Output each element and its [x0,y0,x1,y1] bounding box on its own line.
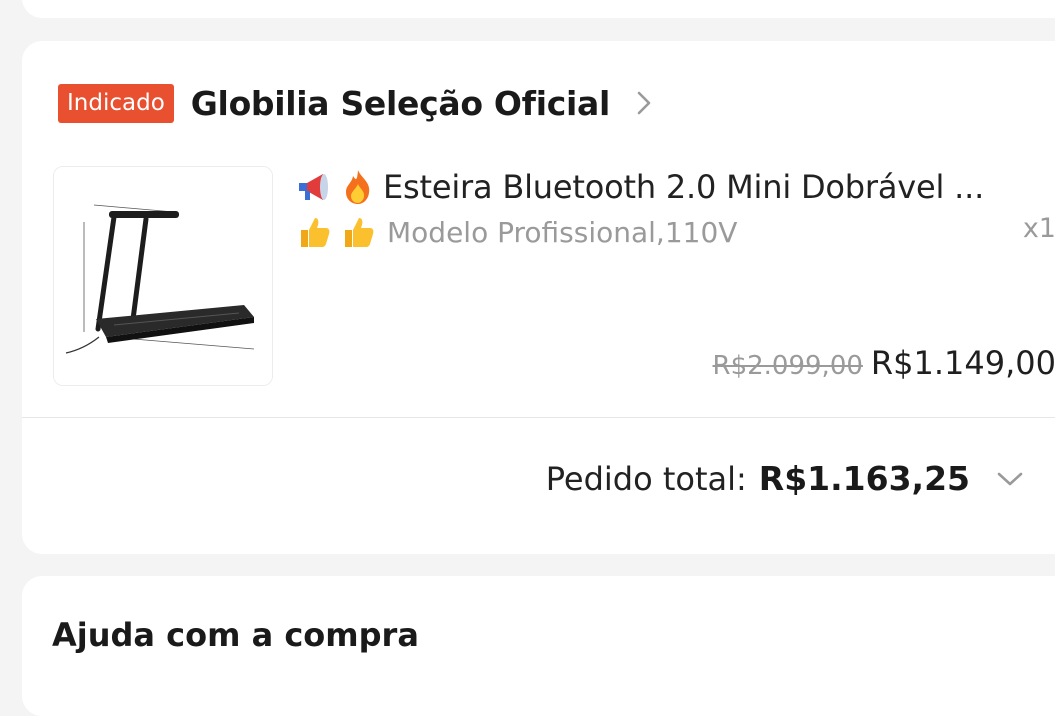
product-variant-line: Modelo Profissional,110V [295,212,1035,252]
thumbs-up-icon [345,218,374,247]
order-total-value: R$1.163,25 [758,459,970,498]
product-title: Esteira Bluetooth 2.0 Mini Dobrável ... [383,168,985,206]
order-total-row[interactable]: Pedido total: R$1.163,25 [546,459,1024,498]
order-total-label: Pedido total: [545,459,747,498]
price-row: R$2.099,00 R$1.149,00 [713,344,1055,382]
divider [22,417,1055,418]
product-variant: Modelo Profissional,110V [387,215,738,249]
product-title-line[interactable]: Esteira Bluetooth 2.0 Mini Dobrável ... [295,166,1035,208]
help-section-title: Ajuda com a compra [52,616,419,654]
current-price: R$1.149,00 [870,344,1055,382]
product-thumbnail[interactable] [53,166,273,386]
original-price: R$2.099,00 [712,351,863,381]
chevron-down-icon[interactable] [996,471,1024,487]
order-card: Indicado Globilia Seleção Oficial Esteir… [22,41,1055,554]
store-name[interactable]: Globilia Seleção Oficial [191,84,611,123]
megaphone-icon [299,174,328,200]
recommended-badge: Indicado [58,83,174,123]
thumbs-up-icon [301,218,330,247]
product-quantity: x1 [1022,213,1055,244]
store-header[interactable]: Indicado Globilia Seleção Oficial [58,83,652,123]
treadmill-image [54,167,272,385]
previous-section-card [22,0,1055,18]
chevron-right-icon[interactable] [636,88,652,118]
help-card: Ajuda com a compra [22,576,1055,716]
fire-icon [346,170,370,204]
